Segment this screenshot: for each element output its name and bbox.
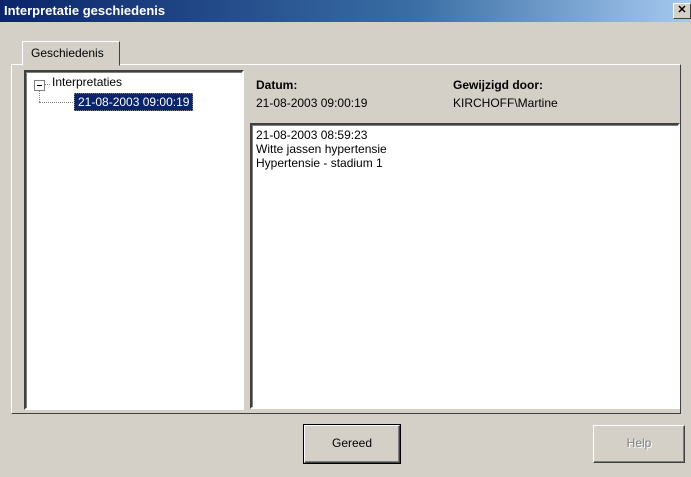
title-bar: Interpretatie geschiedenis ✕ [0,0,691,22]
done-button[interactable]: Gereed [303,424,401,464]
tab-label: Geschiedenis [31,46,104,60]
close-button[interactable]: ✕ [673,3,691,19]
help-button[interactable]: Help [593,425,685,463]
text-line: 21-08-2003 08:59:23 [256,128,368,142]
interpretation-text[interactable]: 21-08-2003 08:59:23 Witte jassen hyperte… [250,123,680,409]
close-icon: ✕ [677,4,687,16]
text-line: Witte jassen hypertensie [256,142,387,156]
tree-connector [39,90,40,102]
modified-by-header: Gewijzigd door: [453,78,543,92]
window-title: Interpretatie geschiedenis [4,3,166,18]
tree-root-item[interactable]: Interpretaties [52,75,122,89]
text-line: Hypertensie - stadium 1 [256,156,383,170]
history-tree[interactable]: Interpretaties 21-08-2003 09:00:19 [24,70,244,410]
tree-item-selected[interactable]: 21-08-2003 09:00:19 [74,93,194,111]
modified-by-value: KIRCHOFF\Martine [453,96,558,110]
tab-geschiedenis[interactable]: Geschiedenis [22,41,120,66]
date-header: Datum: [256,78,298,92]
tree-connector [39,102,73,103]
tree-connector [44,84,50,85]
date-value: 21-08-2003 09:00:19 [256,96,368,110]
